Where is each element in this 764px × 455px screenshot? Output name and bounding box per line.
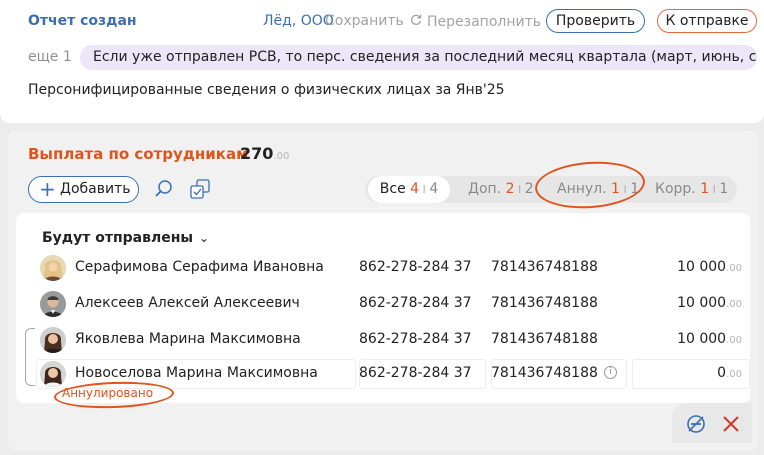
avatar <box>40 291 66 317</box>
report-title: Персонифицированные сведения о физически… <box>28 82 505 98</box>
search-icon[interactable] <box>154 179 174 199</box>
filter-tab-additional[interactable]: Доп. 2 I 2 <box>468 176 534 203</box>
employee-amount: 10 000.00 <box>677 331 742 347</box>
table-row[interactable]: Алексеев Алексей Алексеевич 862-278-284 … <box>16 287 750 321</box>
employee-name: Серафимова Серафима Ивановна <box>75 259 324 275</box>
employee-inn: 781436748188 <box>491 331 598 347</box>
employee-name: Алексеев Алексей Алексеевич <box>75 295 300 311</box>
payments-title: Выплата по сотрудникам <box>28 145 249 163</box>
copy-check-icon[interactable] <box>189 178 211 200</box>
send-button[interactable]: К отправке <box>657 9 757 33</box>
employee-amount: 10 000.00 <box>677 259 742 275</box>
filter-corrective-label: Корр. <box>655 181 696 197</box>
employee-inn: 781436748188 <box>491 295 598 311</box>
payments-total: 270.00 <box>240 144 289 163</box>
employee-inn: 781436748188 <box>491 259 598 275</box>
table-row[interactable]: Серафимова Серафима Ивановна 862-278-284… <box>16 251 750 285</box>
amount-kop: .00 <box>726 335 742 346</box>
employee-name: Новоселова Марина Максимовна <box>75 365 318 381</box>
filter-all-label: Все <box>379 181 406 197</box>
amount-kop: .00 <box>726 369 742 380</box>
plus-icon: + <box>39 177 56 201</box>
avatar <box>40 361 66 387</box>
filter-additional-total: 2 <box>524 181 534 197</box>
row-actions <box>672 403 752 443</box>
filter-corrective-count: 1 <box>700 181 710 197</box>
group-header[interactable]: Будут отправлены ⌄ <box>42 230 209 246</box>
notice-banner[interactable]: Если уже отправлен РСВ, то перс. сведени… <box>80 45 757 70</box>
report-header-card: Отчет создан Лёд, ООО Сохранить Перезапо… <box>0 0 764 123</box>
info-icon[interactable]: i <box>604 366 617 379</box>
amount-kop: .00 <box>726 299 742 310</box>
report-status: Отчет создан <box>28 13 137 29</box>
employee-name: Яковлева Марина Максимовна <box>75 331 301 347</box>
employee-amount: 0.00 <box>717 365 742 381</box>
chevron-down-icon: ⌄ <box>199 231 210 245</box>
filter-tab-all[interactable]: Все 4 I 4 <box>368 176 450 203</box>
cancelled-tab-highlight <box>533 158 647 212</box>
delete-icon[interactable] <box>721 414 741 434</box>
payments-total-main: 270 <box>240 144 274 163</box>
avatar <box>40 327 66 353</box>
employee-snils: 862-278-284 37 <box>359 331 472 347</box>
amount-main: 10 000 <box>677 295 727 311</box>
save-link[interactable]: Сохранить <box>325 13 404 29</box>
table-row[interactable]: Яковлева Марина Максимовна 862-278-284 3… <box>16 323 750 357</box>
employee-snils: 862-278-284 37 <box>359 259 472 275</box>
avatar <box>40 255 66 281</box>
check-button[interactable]: Проверить <box>546 9 645 33</box>
amount-kop: .00 <box>726 263 742 274</box>
amount-main: 0 <box>717 365 727 381</box>
filter-tab-corrective[interactable]: Корр. 1 I 1 <box>655 176 728 203</box>
payments-total-kop: .00 <box>273 151 290 162</box>
more-notices-link[interactable]: еще 1 <box>28 49 72 65</box>
group-title: Будут отправлены <box>42 230 194 246</box>
payments-card: Выплата по сотрудникам 270.00 + Добавить… <box>8 131 758 451</box>
amount-main: 10 000 <box>677 331 727 347</box>
filter-corrective-total: 1 <box>719 181 729 197</box>
refresh-icon <box>410 13 424 30</box>
add-button[interactable]: + Добавить <box>28 176 139 203</box>
amount-main: 10 000 <box>677 259 727 275</box>
employee-snils: 862-278-284 37 <box>359 365 472 381</box>
cancel-circle-icon[interactable] <box>686 414 706 434</box>
employee-list: Будут отправлены ⌄ Серафимова Серафима Ив… <box>16 213 750 403</box>
filter-all-total: 4 <box>429 181 439 197</box>
employee-amount: 10 000.00 <box>677 295 742 311</box>
filter-additional-label: Доп. <box>468 181 502 197</box>
organization-link[interactable]: Лёд, ООО <box>263 13 334 29</box>
refill-label: Перезаполнить <box>427 14 541 30</box>
employee-inn: 781436748188 <box>491 365 598 381</box>
employee-snils: 862-278-284 37 <box>359 295 472 311</box>
refill-link[interactable]: Перезаполнить <box>410 13 541 30</box>
filter-all-count: 4 <box>410 181 420 197</box>
add-button-label: Добавить <box>60 181 131 197</box>
